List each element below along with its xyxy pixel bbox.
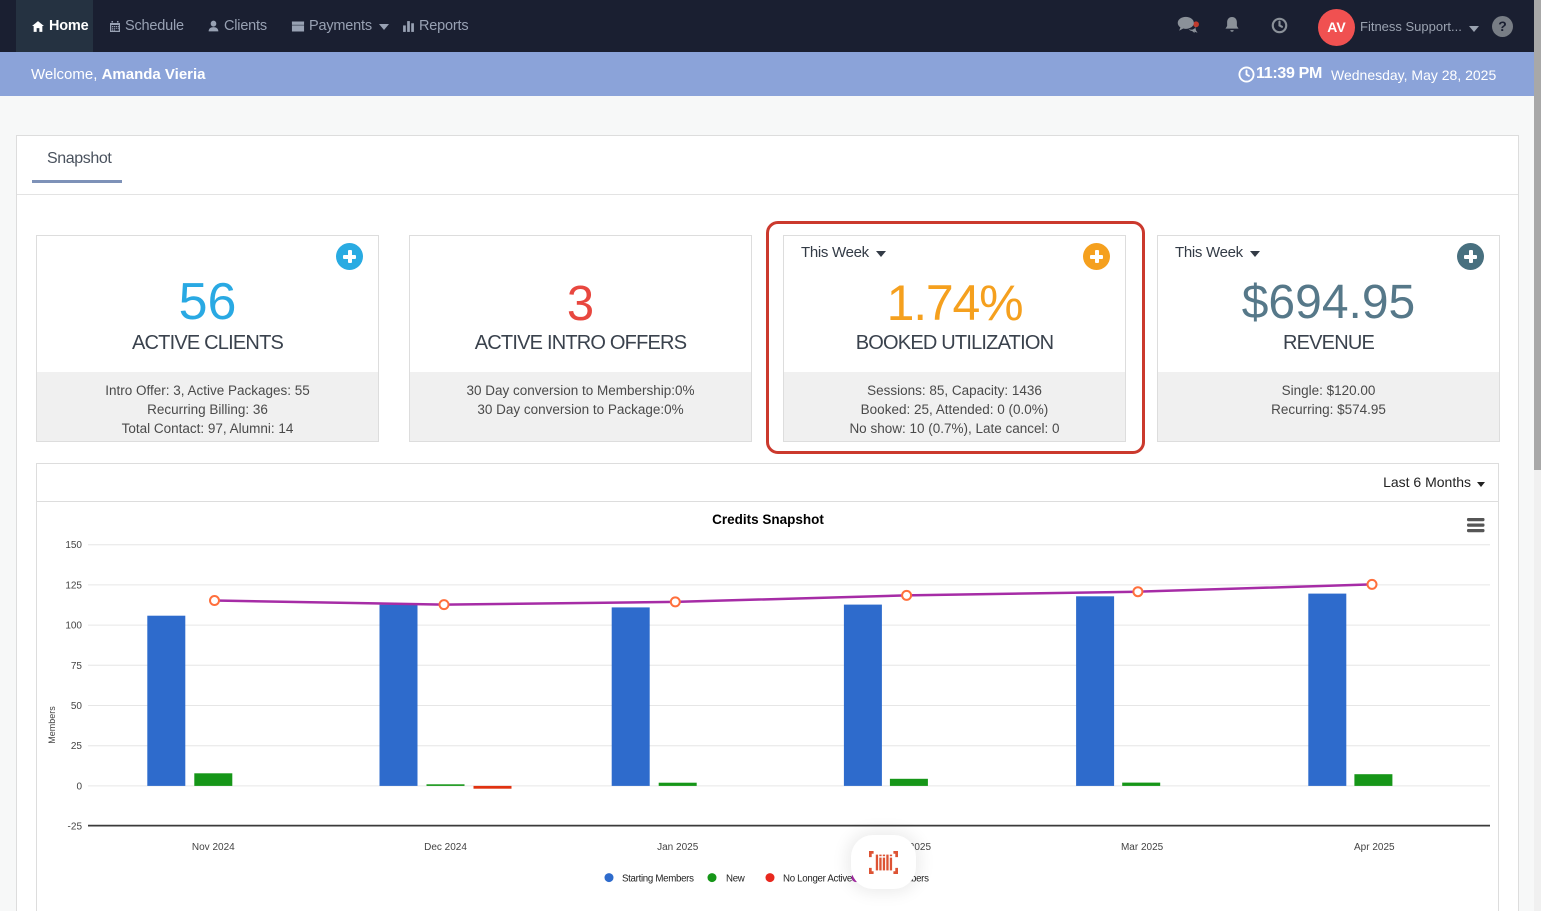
svg-text:Starting Members: Starting Members — [622, 874, 694, 885]
svg-text:Apr 2025: Apr 2025 — [1354, 842, 1395, 853]
svg-text:125: 125 — [65, 580, 82, 591]
svg-text:75: 75 — [71, 661, 83, 672]
svg-text:-25: -25 — [68, 822, 83, 833]
svg-text:50: 50 — [71, 701, 83, 712]
svg-text:No Longer Active: No Longer Active — [783, 874, 852, 885]
svg-text:Dec 2024: Dec 2024 — [424, 842, 467, 853]
svg-text:Jan 2025: Jan 2025 — [657, 842, 699, 853]
svg-text:Members: Members — [47, 706, 57, 744]
svg-text:150: 150 — [65, 540, 82, 551]
svg-text:Credits Snapshot: Credits Snapshot — [712, 512, 824, 527]
svg-text:Mar 2025: Mar 2025 — [1121, 842, 1164, 853]
svg-text:New: New — [726, 874, 746, 885]
svg-text:100: 100 — [65, 621, 82, 632]
svg-text:25: 25 — [71, 741, 83, 752]
svg-text:0: 0 — [76, 781, 82, 792]
svg-text:Nov 2024: Nov 2024 — [192, 842, 235, 853]
